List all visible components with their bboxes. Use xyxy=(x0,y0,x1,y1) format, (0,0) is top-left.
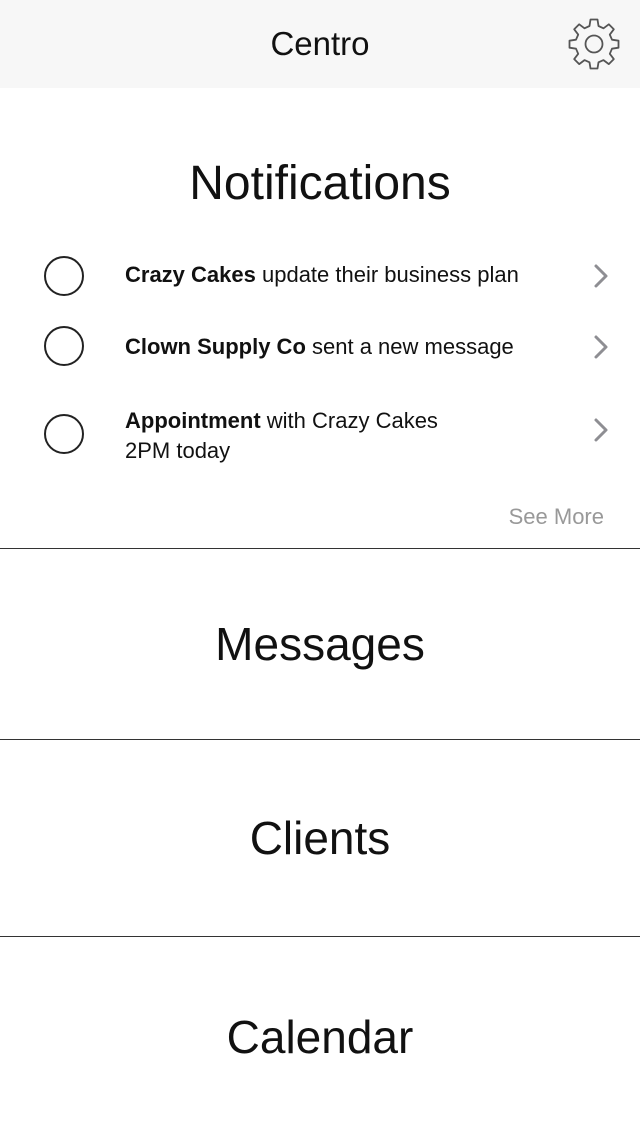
chevron-right-icon xyxy=(590,415,612,445)
notifications-title: Notifications xyxy=(189,157,451,210)
notification-message: sent a new message xyxy=(305,334,514,359)
gear-icon xyxy=(568,18,620,70)
calendar-section[interactable]: Calendar xyxy=(0,937,640,1136)
nav-title: Centro xyxy=(270,25,370,62)
chevron-right-icon xyxy=(590,261,612,291)
notification-sender: Appointment xyxy=(125,408,261,433)
notification-item[interactable]: Clown Supply Co sent a new message xyxy=(0,326,640,370)
notification-time: 2PM today xyxy=(125,438,231,463)
notification-sender: Clown Supply Co xyxy=(125,334,306,359)
messages-section[interactable]: Messages xyxy=(0,549,640,739)
notification-text: Crazy Cakes update their business plan xyxy=(125,260,575,290)
unread-circle-icon[interactable] xyxy=(44,326,84,366)
app-screen: Centro Notifications Crazy Cakes update … xyxy=(0,0,640,1136)
notification-item[interactable]: Crazy Cakes update their business plan xyxy=(0,254,640,298)
notification-message: update their business plan xyxy=(255,262,519,287)
notification-item[interactable]: Appointment with Crazy Cakes 2PM today xyxy=(0,404,640,468)
chevron-right-icon xyxy=(590,332,612,362)
see-more-link[interactable]: See More xyxy=(480,502,604,532)
unread-circle-icon[interactable] xyxy=(44,414,84,454)
settings-button[interactable] xyxy=(564,14,624,74)
navigation-bar: Centro xyxy=(0,0,640,88)
clients-section[interactable]: Clients xyxy=(0,740,640,936)
notification-message: with Crazy Cakes xyxy=(260,408,438,433)
notification-text: Appointment with Crazy Cakes 2PM today xyxy=(125,406,575,466)
unread-circle-icon[interactable] xyxy=(44,256,84,296)
notification-text: Clown Supply Co sent a new message xyxy=(125,332,575,362)
notification-sender: Crazy Cakes xyxy=(125,262,256,287)
